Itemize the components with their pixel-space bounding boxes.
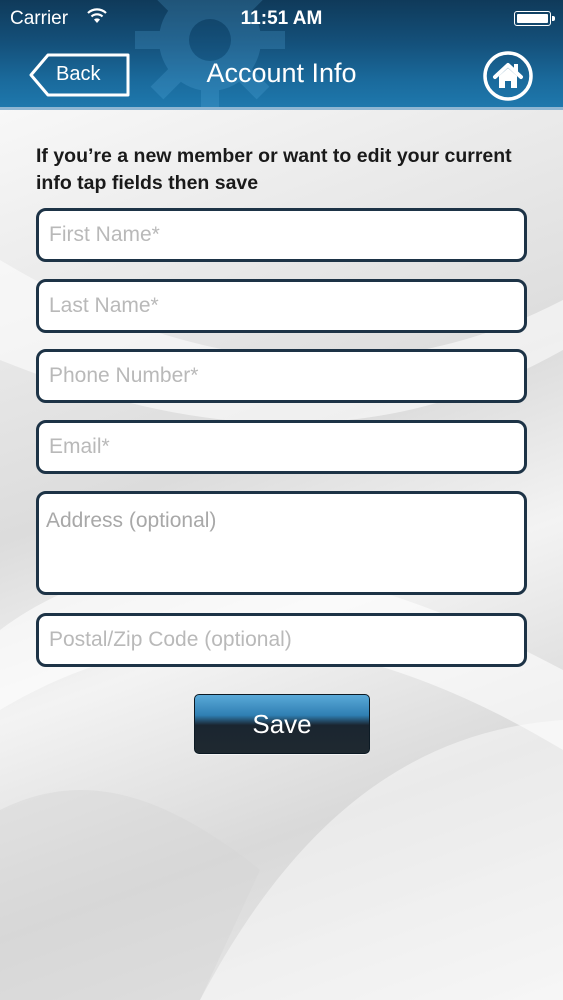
postal-code-field[interactable]: Postal/Zip Code (optional)	[36, 613, 527, 667]
save-button-label: Save	[252, 708, 312, 739]
home-icon[interactable]	[482, 50, 534, 102]
nav-bar: Carrier 11:51 AM Back Account Info	[0, 0, 563, 110]
instructions-text: If you’re a new member or want to edit y…	[36, 145, 512, 194]
status-time: 11:51 AM	[240, 8, 323, 29]
address-textarea[interactable]: Address (optional)	[36, 491, 527, 595]
status-bar: Carrier 11:51 AM	[0, 0, 563, 36]
postal-code-placeholder: Postal/Zip Code (optional)	[49, 628, 292, 651]
address-placeholder: Address (optional)	[46, 509, 217, 532]
phone-number-placeholder: Phone Number*	[49, 364, 199, 387]
email-field[interactable]: Email*	[36, 420, 527, 474]
page-title: Account Info	[206, 58, 357, 88]
battery-icon	[514, 11, 555, 26]
last-name-placeholder: Last Name*	[49, 294, 159, 317]
first-name-placeholder: First Name*	[49, 223, 160, 246]
save-button[interactable]: Save	[194, 694, 370, 754]
last-name-field[interactable]: Last Name*	[36, 279, 527, 333]
email-placeholder: Email*	[49, 435, 110, 458]
phone-number-field[interactable]: Phone Number*	[36, 349, 527, 403]
first-name-field[interactable]: First Name*	[36, 208, 527, 262]
